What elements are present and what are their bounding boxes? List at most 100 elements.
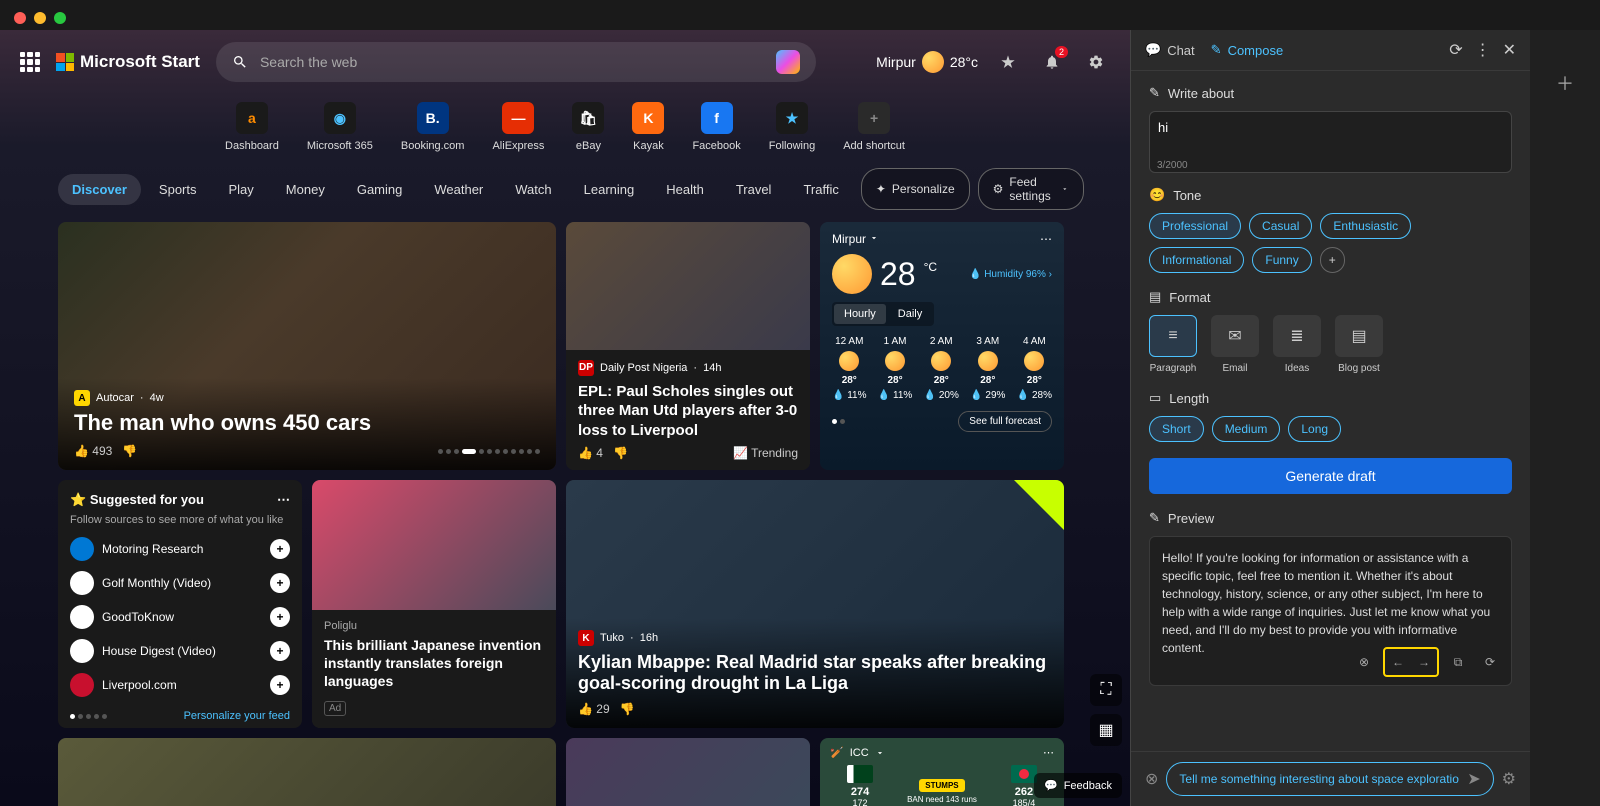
cricket-card[interactable]: 🏏 ICC ⋯ 274172PAK STUMPSBAN need 143 run…	[820, 738, 1064, 806]
settings-icon[interactable]	[1082, 48, 1110, 76]
send-icon[interactable]: ➤	[1467, 769, 1480, 789]
maximize-window[interactable]	[54, 12, 66, 24]
nav-tab-health[interactable]: Health	[652, 174, 718, 205]
follow-plus-icon[interactable]: +	[270, 641, 290, 661]
rewards-icon[interactable]	[994, 48, 1022, 76]
refresh-icon[interactable]: ⟳	[1449, 40, 1462, 60]
shortcut-microsoft-365[interactable]: ◉Microsoft 365	[307, 102, 373, 152]
follow-plus-icon[interactable]: +	[270, 607, 290, 627]
format-email[interactable]: ✉Email	[1211, 315, 1259, 374]
follow-plus-icon[interactable]: +	[270, 573, 290, 593]
news-card-2[interactable]: DPDaily Post Nigeria · 14h EPL: Paul Sch…	[566, 222, 810, 470]
footer-input[interactable]	[1179, 772, 1459, 786]
copilot-icon[interactable]	[776, 50, 800, 74]
tone-funny[interactable]: Funny	[1252, 247, 1311, 273]
tab-daily[interactable]: Daily	[888, 304, 932, 324]
format-paragraph[interactable]: ≡Paragraph	[1149, 315, 1197, 374]
format-ideas[interactable]: ≣Ideas	[1273, 315, 1321, 374]
like-button[interactable]: 👍 29	[578, 702, 610, 716]
shortcut-ebay[interactable]: 🛍eBay	[572, 102, 604, 152]
weather-card[interactable]: Mirpur ⋯ 28 °C 💧 Humidity 96% › Hourly D…	[820, 222, 1064, 470]
search-bar[interactable]	[216, 42, 816, 82]
personalize-feed-link[interactable]: Personalize your feed	[184, 710, 290, 722]
prev-icon[interactable]: ←	[1385, 649, 1411, 675]
format-blog-post[interactable]: ▤Blog post	[1335, 315, 1383, 374]
tab-hourly[interactable]: Hourly	[834, 304, 886, 324]
minimize-window[interactable]	[34, 12, 46, 24]
dislike-button[interactable]: 👎	[122, 444, 137, 458]
more-icon[interactable]: ⋯	[1040, 232, 1052, 246]
notifications-icon[interactable]: 2	[1038, 48, 1066, 76]
clear-icon[interactable]: ⊗	[1145, 769, 1158, 789]
nav-tab-weather[interactable]: Weather	[420, 174, 497, 205]
tone-casual[interactable]: Casual	[1249, 213, 1312, 239]
more-icon[interactable]: ⋯	[1043, 746, 1054, 759]
hero-card[interactable]: AAutocar · 4w The man who owns 450 cars …	[58, 222, 556, 470]
nav-tab-traffic[interactable]: Traffic	[789, 174, 852, 205]
app-launcher-icon[interactable]	[20, 52, 40, 72]
nav-tab-gaming[interactable]: Gaming	[343, 174, 417, 205]
length-long[interactable]: Long	[1288, 416, 1341, 442]
shortcut-facebook[interactable]: fFacebook	[692, 102, 740, 152]
next-icon[interactable]: →	[1411, 649, 1437, 675]
shortcut-booking.com[interactable]: B.Booking.com	[401, 102, 465, 152]
suggest-item[interactable]: Motoring Research+	[70, 532, 290, 566]
preview-close-icon[interactable]: ⊗	[1351, 649, 1377, 675]
expand-icon[interactable]: ⛶	[1090, 674, 1122, 706]
shortcut-following[interactable]: ★Following	[769, 102, 815, 152]
feed-settings-button[interactable]: ⚙ Feed settings	[978, 168, 1084, 210]
copy-icon[interactable]: ⧉	[1445, 649, 1471, 675]
rail-add-icon[interactable]: ＋	[1556, 70, 1574, 96]
like-button[interactable]: 👍 493	[74, 444, 112, 458]
length-medium[interactable]: Medium	[1212, 416, 1281, 442]
chevron-down-icon[interactable]	[869, 233, 879, 243]
more-icon[interactable]: ⋯	[277, 492, 290, 508]
carousel-dots[interactable]	[438, 449, 540, 454]
see-forecast-button[interactable]: See full forecast	[958, 411, 1052, 432]
nav-tab-discover[interactable]: Discover	[58, 174, 141, 205]
suggest-item[interactable]: House Digest (Video)+	[70, 634, 290, 668]
grid-icon[interactable]: ▦	[1090, 714, 1122, 746]
generate-draft-button[interactable]: Generate draft	[1149, 458, 1512, 494]
tone-enthusiastic[interactable]: Enthusiastic	[1320, 213, 1411, 239]
suggest-item[interactable]: Golf Monthly (Video)+	[70, 566, 290, 600]
nav-tab-travel[interactable]: Travel	[722, 174, 786, 205]
like-button[interactable]: 👍 4	[578, 446, 603, 460]
suggest-item[interactable]: GoodToKnow+	[70, 600, 290, 634]
nav-tab-play[interactable]: Play	[215, 174, 268, 205]
feedback-button[interactable]: 💬 Feedback	[1034, 773, 1122, 798]
footer-input-wrap[interactable]: ➤	[1166, 762, 1493, 796]
nav-tab-sports[interactable]: Sports	[145, 174, 211, 205]
tone-add-icon[interactable]: +	[1320, 247, 1345, 273]
news-card-6[interactable]	[566, 738, 810, 806]
follow-plus-icon[interactable]: +	[270, 675, 290, 695]
personalize-button[interactable]: ✦ Personalize	[861, 168, 970, 210]
news-card-3[interactable]: Poliglu This brilliant Japanese inventio…	[312, 480, 556, 728]
brand[interactable]: Microsoft Start	[56, 52, 200, 72]
news-card-4[interactable]: KTuko · 16h Kylian Mbappe: Real Madrid s…	[566, 480, 1064, 728]
dislike-button[interactable]: 👎	[620, 702, 635, 716]
close-icon[interactable]: ✕	[1503, 40, 1516, 60]
tab-compose[interactable]: ✎ Compose	[1211, 42, 1284, 58]
tab-chat[interactable]: 💬 Chat	[1145, 42, 1195, 58]
dislike-button[interactable]: 👎	[613, 446, 628, 460]
shortcut-kayak[interactable]: KKayak	[632, 102, 664, 152]
length-short[interactable]: Short	[1149, 416, 1204, 442]
tone-informational[interactable]: Informational	[1149, 247, 1244, 273]
news-card-5[interactable]	[58, 738, 556, 806]
weather-mini[interactable]: Mirpur 28°c	[876, 51, 978, 73]
search-input[interactable]	[260, 54, 764, 70]
shortcut-dashboard[interactable]: aDashboard	[225, 102, 279, 152]
shortcut-add-shortcut[interactable]: +Add shortcut	[843, 102, 905, 152]
nav-tab-watch[interactable]: Watch	[501, 174, 565, 205]
tone-professional[interactable]: Professional	[1149, 213, 1241, 239]
nav-tab-learning[interactable]: Learning	[570, 174, 649, 205]
nav-tab-money[interactable]: Money	[272, 174, 339, 205]
shortcut-aliexpress[interactable]: —AliExpress	[492, 102, 544, 152]
more-icon[interactable]: ⋮	[1475, 40, 1491, 60]
footer-settings-icon[interactable]: ⚙	[1502, 769, 1516, 789]
regenerate-icon[interactable]: ⟳	[1477, 649, 1503, 675]
close-window[interactable]	[14, 12, 26, 24]
follow-plus-icon[interactable]: +	[270, 539, 290, 559]
suggest-item[interactable]: Liverpool.com+	[70, 668, 290, 702]
